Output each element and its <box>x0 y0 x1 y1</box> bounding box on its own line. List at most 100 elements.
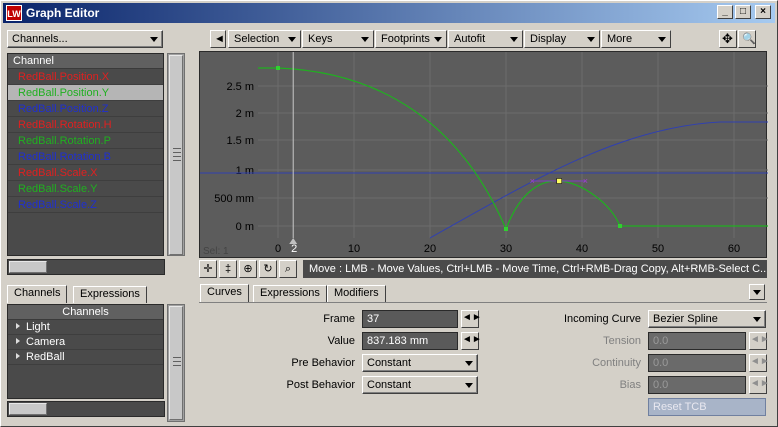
post-behavior-label: Post Behavior <box>286 379 355 391</box>
menu-footprints[interactable]: Footprints <box>375 30 447 48</box>
tension-field[interactable]: 0.0 <box>648 332 746 350</box>
add-key-tool-button[interactable]: ‡ <box>219 260 237 278</box>
close-button[interactable]: × <box>755 5 771 19</box>
tree-item[interactable]: Light <box>8 320 163 335</box>
x-tick-label: 60 <box>728 243 740 255</box>
reset-tcb-button[interactable]: Reset TCB <box>648 398 766 416</box>
keyframe-marker[interactable] <box>276 66 280 70</box>
menu-selection[interactable]: Selection <box>228 30 301 48</box>
tree-item[interactable]: Camera <box>8 335 163 350</box>
channel-row[interactable]: RedBall.Position.Y <box>8 85 163 101</box>
panel-options-button[interactable] <box>749 284 765 300</box>
menu-more[interactable]: More <box>601 30 671 48</box>
chevron-down-icon <box>361 37 369 42</box>
channel-row[interactable]: RedBall.Position.X <box>8 69 163 85</box>
continuity-field[interactable]: 0.0 <box>648 354 746 372</box>
bias-stepper[interactable]: ◄► <box>749 376 770 394</box>
continuity-label: Continuity <box>592 357 641 369</box>
selected-keyframe-marker[interactable] <box>556 178 562 184</box>
left-right-arrows-icon: ◄► <box>750 378 770 389</box>
menu-display[interactable]: Display <box>524 30 600 48</box>
channel-row[interactable]: RedBall.Scale.Y <box>8 181 163 197</box>
pre-behavior-label: Pre Behavior <box>291 357 355 369</box>
tree-item[interactable]: RedBall <box>8 350 163 365</box>
tab-expressions[interactable]: Expressions <box>73 286 147 303</box>
keyframe-marker[interactable] <box>504 227 508 231</box>
roll-tool-button[interactable]: ↻ <box>259 260 277 278</box>
move-arrows-icon: ✥ <box>722 31 733 46</box>
x-tick-label: 30 <box>500 243 512 255</box>
value-field[interactable]: 837.183 mm <box>362 332 458 350</box>
expand-triangle-icon[interactable] <box>16 338 20 344</box>
tab-curves[interactable]: Curves <box>200 284 249 302</box>
channel-row[interactable]: RedBall.Scale.Z <box>8 197 163 213</box>
post-behavior-select[interactable]: Constant <box>362 376 478 394</box>
channel-row[interactable]: RedBall.Rotation.P <box>8 133 163 149</box>
current-frame-label: 2 <box>291 243 297 255</box>
curve-graph[interactable]: 0 10 20 30 40 50 60 2.5 m 2 m 1.5 m 1 m 500 mm 0 m × ×… <box>200 52 768 259</box>
triangle-left-icon: ◄ <box>214 33 225 45</box>
continuity-stepper[interactable]: ◄► <box>749 354 770 372</box>
x-tick-label: 20 <box>424 243 436 255</box>
y-tick-label: 0 m <box>236 221 254 233</box>
position-y-curve[interactable] <box>258 67 768 231</box>
tangent-handle-right[interactable]: × <box>583 176 588 186</box>
scene-tree-scroll-thumb[interactable] <box>169 306 183 420</box>
magnifier-icon: ⌕ <box>284 263 292 275</box>
tab-divider <box>199 302 767 303</box>
expand-triangle-icon[interactable] <box>16 323 20 329</box>
channel-row[interactable]: RedBall.Rotation.H <box>8 117 163 133</box>
expand-triangle-icon[interactable] <box>16 353 20 359</box>
scene-tree-hscrollbar[interactable] <box>7 401 165 417</box>
tension-stepper[interactable]: ◄► <box>749 332 770 350</box>
frame-stepper[interactable]: ◄► <box>461 310 482 328</box>
menu-keys[interactable]: Keys <box>302 30 374 48</box>
chevron-down-icon <box>753 317 761 322</box>
pre-behavior-select[interactable]: Constant <box>362 354 478 372</box>
keyframe-marker[interactable] <box>618 224 622 228</box>
tab-channels[interactable]: Channels <box>7 285 68 303</box>
channel-list-hscrollbar[interactable] <box>7 259 165 275</box>
channel-row[interactable]: RedBall.Scale.X <box>8 165 163 181</box>
move-tool-button[interactable]: ✛ <box>199 260 217 278</box>
channels-dropdown[interactable]: Channels... <box>7 30 163 48</box>
chevron-down-icon <box>288 37 296 42</box>
zoom-tool-button[interactable]: ⌕ <box>279 260 297 278</box>
menu-label: Autofit <box>454 33 486 45</box>
maximize-button[interactable]: □ <box>735 5 751 19</box>
left-right-arrows-icon: ◄► <box>462 312 482 323</box>
title-bar[interactable]: LW Graph Editor _ □ × <box>3 3 775 23</box>
minimize-button[interactable]: _ <box>717 5 733 19</box>
back-button[interactable]: ◄ <box>210 30 226 48</box>
status-mode: Move <box>309 263 336 275</box>
frame-field[interactable]: 37 <box>362 310 458 328</box>
chevron-down-icon <box>465 383 473 388</box>
scene-tree-scrollbar[interactable] <box>167 304 185 422</box>
y-tick-label: 2 m <box>236 108 254 120</box>
pan-button[interactable]: ✥ <box>719 30 737 48</box>
zoom-button[interactable]: 🔍 <box>738 30 756 48</box>
scene-tree-hscroll-thumb[interactable] <box>9 403 47 415</box>
menu-autofit[interactable]: Autofit <box>448 30 523 48</box>
tab-modifiers[interactable]: Modifiers <box>327 285 386 302</box>
selection-count: Sel: 1 <box>203 246 229 257</box>
channel-list-scroll-thumb[interactable] <box>169 55 183 255</box>
value-stepper[interactable]: ◄► <box>461 332 482 350</box>
incoming-curve-select[interactable]: Bezier Spline <box>648 310 766 328</box>
menu-label: Selection <box>234 33 280 45</box>
stretch-tool-button[interactable]: ⊕ <box>239 260 257 278</box>
channel-row[interactable]: RedBall.Rotation.B <box>8 149 163 165</box>
value-label: Value <box>327 335 355 347</box>
move-cross-icon: ✛ <box>203 263 213 275</box>
tension-label: Tension <box>603 335 641 347</box>
tangent-handle-left[interactable]: × <box>530 176 535 186</box>
channel-list-hscroll-thumb[interactable] <box>9 261 47 273</box>
channel-row[interactable]: RedBall.Position.Z <box>8 101 163 117</box>
left-right-arrows-icon: ◄► <box>462 334 482 345</box>
x-tick-label: 0 <box>275 243 281 255</box>
channel-list-scrollbar[interactable] <box>167 53 185 256</box>
graph-canvas[interactable]: 0 10 20 30 40 50 60 2.5 m 2 m 1.5 m 1 m 500 mm 0 m × ×… <box>199 51 768 259</box>
bias-field[interactable]: 0.0 <box>648 376 746 394</box>
bias-label: Bias <box>619 379 641 391</box>
tab-curve-expressions[interactable]: Expressions <box>253 285 327 302</box>
